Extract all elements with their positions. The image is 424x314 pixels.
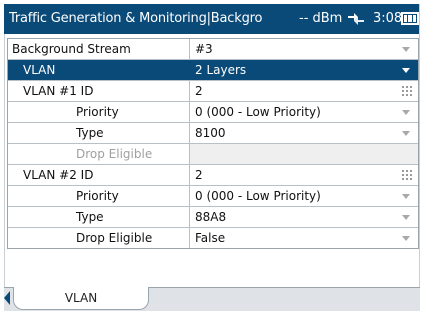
chevron-down-icon[interactable] xyxy=(402,194,410,199)
row-label: VLAN #2 ID xyxy=(8,165,190,185)
usb-connection-icon xyxy=(348,13,364,25)
row-value: False xyxy=(195,231,226,245)
vlan-select[interactable]: 2 Layers xyxy=(190,60,418,80)
row-label: Background Stream xyxy=(8,39,190,59)
clock: 3:08 xyxy=(373,11,403,26)
chevron-down-icon[interactable] xyxy=(402,68,410,73)
vlan2-drop-eligible-select[interactable]: False xyxy=(190,228,418,248)
background-stream-select[interactable]: #3 xyxy=(190,39,418,59)
row-value: 0 (000 - Low Priority) xyxy=(195,189,321,203)
row-value: 88A8 xyxy=(195,210,227,224)
chevron-down-icon[interactable] xyxy=(402,110,410,115)
row-vlan1-id[interactable]: VLAN #1 ID 2 xyxy=(8,81,418,102)
row-value: 2 xyxy=(195,84,203,98)
row-label: VLAN xyxy=(8,60,190,80)
row-vlan2-id[interactable]: VLAN #2 ID 2 xyxy=(8,165,418,186)
vlan2-priority-select[interactable]: 0 (000 - Low Priority) xyxy=(190,186,418,206)
row-label: VLAN #1 ID xyxy=(8,81,190,101)
tab-vlan[interactable]: VLAN xyxy=(13,287,149,310)
chevron-down-icon[interactable] xyxy=(402,47,410,52)
settings-table: Background Stream #3 VLAN 2 Layers VLAN … xyxy=(7,38,419,249)
frame-divider xyxy=(4,34,5,287)
frame-divider xyxy=(419,4,420,310)
keypad-icon[interactable] xyxy=(402,170,412,180)
row-vlan2-priority[interactable]: Priority 0 (000 - Low Priority) xyxy=(8,186,418,207)
row-label: Type xyxy=(8,123,190,143)
row-value: 0 (000 - Low Priority) xyxy=(195,105,321,119)
row-background-stream[interactable]: Background Stream #3 xyxy=(8,39,418,60)
chevron-down-icon[interactable] xyxy=(402,215,410,220)
row-value: 8100 xyxy=(195,126,226,140)
row-label: Type xyxy=(8,207,190,227)
vlan2-type-select[interactable]: 88A8 xyxy=(190,207,418,227)
row-value: 2 Layers xyxy=(195,63,247,77)
vlan1-type-select[interactable]: 8100 xyxy=(190,123,418,143)
row-label: Drop Eligible xyxy=(8,144,190,164)
row-vlan1-priority[interactable]: Priority 0 (000 - Low Priority) xyxy=(8,102,418,123)
status-bar: Traffic Generation & Monitoring|Backgro … xyxy=(4,4,421,34)
battery-full-icon xyxy=(401,12,421,25)
row-label: Priority xyxy=(8,186,190,206)
row-vlan[interactable]: VLAN 2 Layers xyxy=(8,60,418,81)
row-vlan2-type[interactable]: Type 88A8 xyxy=(8,207,418,228)
chevron-down-icon[interactable] xyxy=(402,131,410,136)
row-vlan1-type[interactable]: Type 8100 xyxy=(8,123,418,144)
row-value: #3 xyxy=(195,42,213,56)
chevron-down-icon[interactable] xyxy=(402,236,410,241)
row-value: 2 xyxy=(195,168,203,182)
vlan1-drop-eligible-field xyxy=(190,144,418,164)
keypad-icon[interactable] xyxy=(402,86,412,96)
vlan2-id-field[interactable]: 2 xyxy=(190,165,418,185)
row-vlan2-drop-eligible[interactable]: Drop Eligible False xyxy=(8,228,418,248)
signal-level: -- dBm xyxy=(299,11,343,26)
row-vlan1-drop-eligible: Drop Eligible xyxy=(8,144,418,165)
row-label: Drop Eligible xyxy=(8,228,190,248)
vlan1-priority-select[interactable]: 0 (000 - Low Priority) xyxy=(190,102,418,122)
window-title: Traffic Generation & Monitoring|Backgro xyxy=(9,11,263,26)
tab-bar: VLAN xyxy=(4,287,420,311)
row-label: Priority xyxy=(8,102,190,122)
scroll-left-icon[interactable] xyxy=(4,291,10,305)
vlan1-id-field[interactable]: 2 xyxy=(190,81,418,101)
